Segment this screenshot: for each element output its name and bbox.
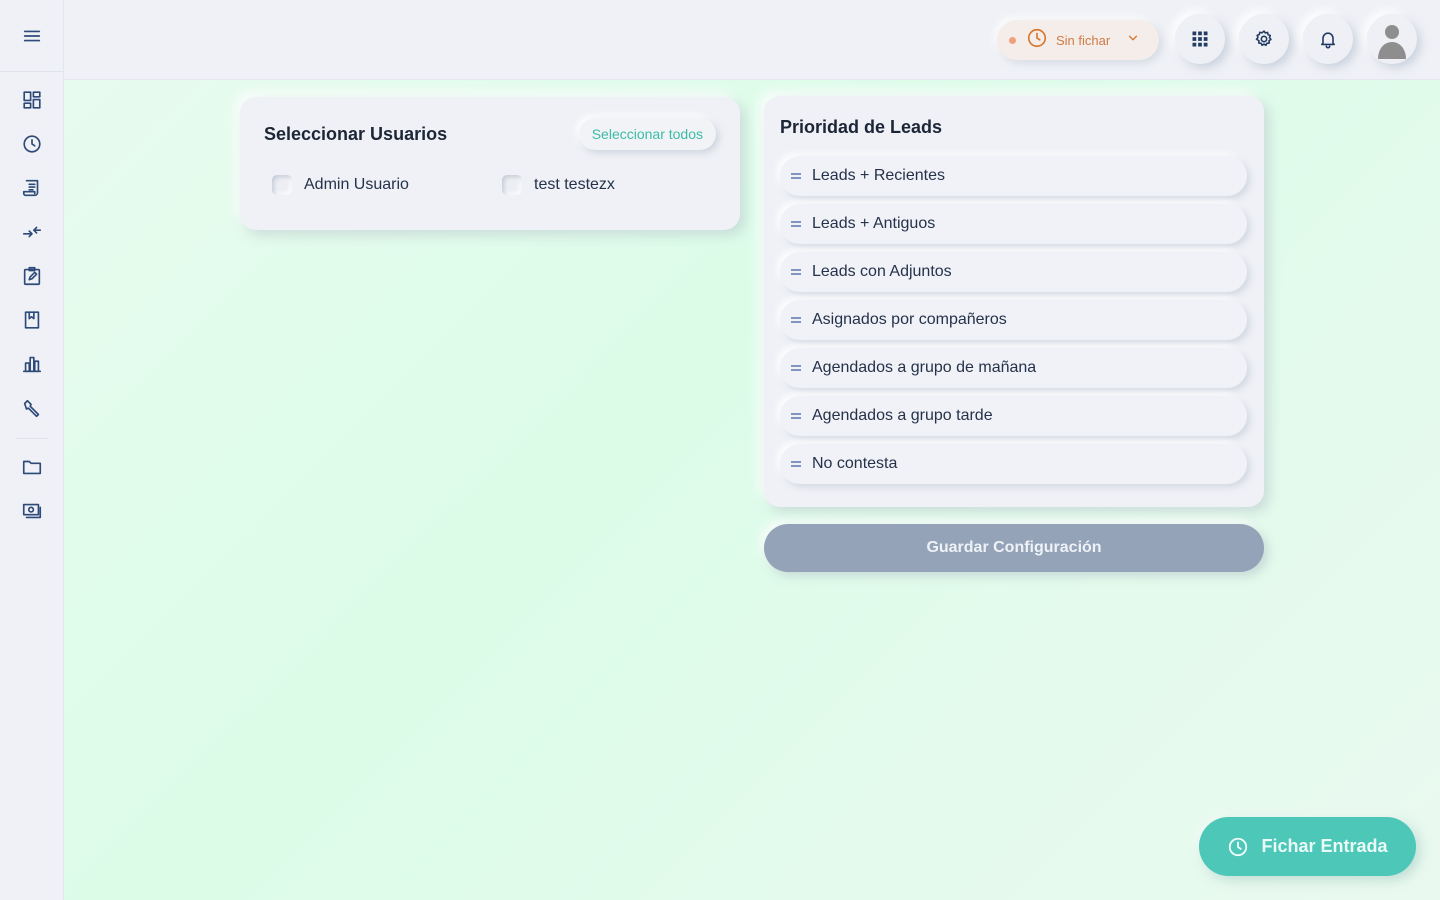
lead-priority-card: Prioridad de Leads Leads + Recientes Lea… [764,96,1264,507]
lead-priority-list: Leads + Recientes Leads + Antiguos Leads… [780,156,1247,492]
drag-handle-icon[interactable] [780,219,812,229]
hamburger-menu-icon [23,30,40,41]
clock-icon [23,135,41,153]
lead-priority-item[interactable]: Leads + Antiguos [780,204,1247,244]
drag-handle-icon[interactable] [780,315,812,325]
top-bar: Sin fichar [64,0,1440,80]
clock-in-label: Fichar Entrada [1261,836,1388,856]
lead-priority-label: Agendados a grupo tarde [812,407,993,424]
sidebar-item-tools[interactable] [0,386,64,432]
dashboard-icon [23,91,41,109]
apps-button[interactable] [1175,14,1225,64]
chevron-down-icon [1126,31,1140,50]
sidebar-item-invoices[interactable] [0,166,64,210]
apps-grid-icon [1192,31,1208,47]
clock-icon [1229,837,1248,856]
clock-status-label: Sin fichar [1056,32,1111,48]
lead-priority-label: Asignados por compañeros [812,311,1007,328]
sidebar-nav [0,72,63,533]
sidebar-item-dashboard[interactable] [0,78,64,122]
task-edit-icon [23,266,41,286]
card-title: Prioridad de Leads [780,117,943,137]
bar-chart-icon [22,356,42,373]
sidebar-item-payments[interactable] [0,489,64,533]
drag-handle-icon[interactable] [780,363,812,373]
user-name: Admin Usuario [304,176,409,193]
lead-priority-item[interactable]: Agendados a grupo de mañana [780,348,1247,388]
sidebar-item-files[interactable] [0,445,64,489]
lead-priority-label: Leads + Recientes [812,167,945,184]
sidebar-item-bookmarks[interactable] [0,298,64,342]
sidebar [0,0,64,900]
receipt-icon [22,179,39,197]
select-users-card: Seleccionar Usuarios Seleccionar todos A… [240,97,740,230]
lead-priority-item[interactable]: Leads con Adjuntos [780,252,1247,292]
folder-icon [22,460,42,475]
checkbox[interactable] [272,175,292,195]
drag-handle-icon[interactable] [780,411,812,421]
user-option-admin[interactable]: Admin Usuario [272,175,409,195]
lead-priority-item[interactable]: No contesta [780,444,1247,484]
lead-priority-label: Agendados a grupo de mañana [812,359,1037,376]
wrench-icon [23,399,40,418]
gear-icon [1255,30,1272,47]
select-all-button[interactable]: Seleccionar todos [578,118,716,150]
sidebar-item-time[interactable] [0,122,64,166]
user-name: test testezx [534,176,615,193]
clock-icon [1026,27,1048,54]
drag-handle-icon[interactable] [780,171,812,181]
sidebar-item-reports[interactable] [0,342,64,386]
bell-icon [1320,32,1336,49]
lead-priority-label: No contesta [812,455,898,472]
sidebar-item-tasks[interactable] [0,254,64,298]
card-title: Seleccionar Usuarios [264,124,448,144]
clock-status-dropdown[interactable]: Sin fichar [997,20,1159,60]
notifications-button[interactable] [1303,14,1353,64]
settings-button[interactable] [1239,14,1289,64]
menu-toggle-button[interactable] [0,0,63,72]
lead-priority-label: Leads con Adjuntos [812,263,952,280]
lead-priority-label: Leads + Antiguos [812,215,936,232]
user-option-test[interactable]: test testezx [502,175,615,195]
user-avatar[interactable] [1367,14,1417,64]
lead-priority-item[interactable]: Agendados a grupo tarde [780,396,1247,436]
bookmark-icon [24,311,40,329]
checkbox[interactable] [502,175,522,195]
lead-priority-item[interactable]: Leads + Recientes [780,156,1247,196]
sidebar-divider [15,438,48,439]
drag-handle-icon[interactable] [780,267,812,277]
save-configuration-button[interactable]: Guardar Configuración [764,524,1264,572]
avatar-icon [1378,25,1406,59]
sidebar-item-transfers[interactable] [0,210,64,254]
clock-in-button[interactable]: Fichar Entrada [1199,817,1416,876]
transfer-icon [22,226,42,238]
money-icon [22,503,42,519]
drag-handle-icon[interactable] [780,459,812,469]
status-dot [1009,36,1016,44]
lead-priority-item[interactable]: Asignados por compañeros [780,300,1247,340]
